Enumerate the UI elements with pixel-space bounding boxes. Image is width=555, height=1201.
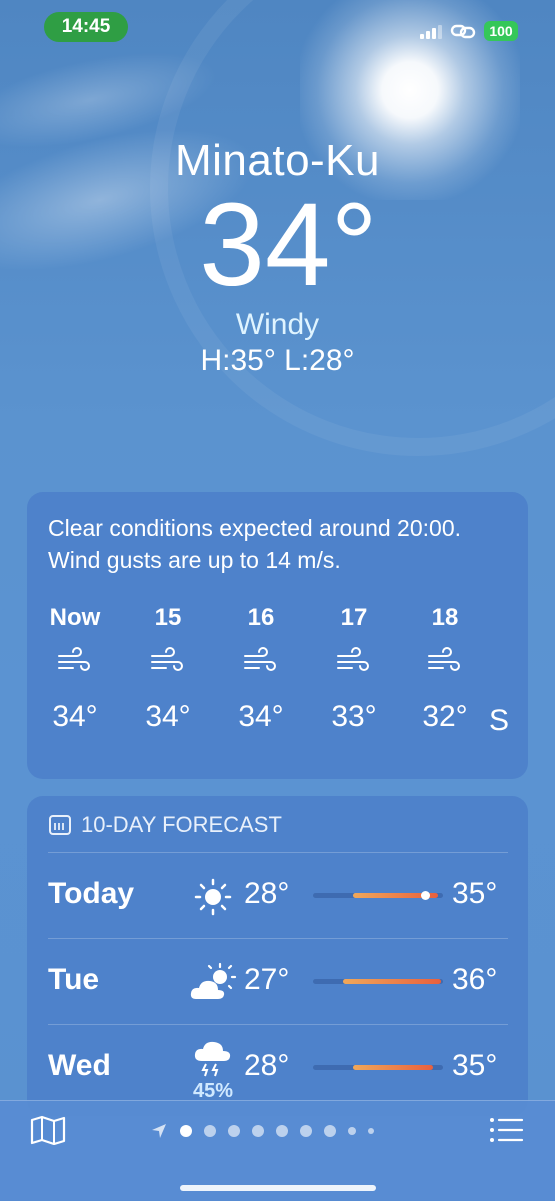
page-dot[interactable]	[180, 1125, 192, 1137]
page-dot[interactable]	[368, 1128, 374, 1134]
page-dot[interactable]	[300, 1125, 312, 1137]
link-icon	[450, 24, 476, 39]
page-dot[interactable]	[276, 1125, 288, 1137]
hour-column: 17 33°	[314, 604, 394, 734]
current-weather: Minato-Ku 34° Windy H:35° L:28°	[0, 130, 555, 378]
forecast-day: Today	[48, 877, 135, 910]
hour-label: 17	[340, 604, 368, 631]
hourly-strip[interactable]: Now 34° 15 34° 16 34° 17 33° 18 32° S	[27, 604, 528, 774]
forecast-low: 28°	[244, 1049, 290, 1082]
page-dot[interactable]	[252, 1125, 264, 1137]
forecast-row[interactable]: Today 28° 35°	[48, 852, 508, 939]
hour-column: 16 34°	[221, 604, 301, 734]
temp-range-bar	[313, 891, 443, 900]
calendar-icon	[49, 815, 71, 835]
ten-day-forecast-card[interactable]: 10-DAY FORECAST Today 28° 35° Tue 27° 36…	[27, 796, 528, 1116]
hour-label: Now	[49, 604, 101, 631]
forecast-summary: Clear conditions expected around 20:00. …	[48, 515, 462, 573]
wind-icon	[221, 646, 301, 678]
hour-temp: 34°	[145, 700, 191, 733]
hour-temp: S	[489, 704, 510, 737]
hour-temp: 33°	[331, 700, 377, 733]
hour-label: 18	[431, 604, 459, 631]
forecast-day: Wed	[48, 1049, 111, 1082]
hour-temp: 32°	[422, 700, 468, 733]
partly-cloudy-icon	[188, 961, 238, 1005]
wind-icon	[314, 646, 394, 678]
hour-column: Now 34°	[35, 604, 115, 734]
status-time[interactable]: 14:45	[44, 12, 128, 42]
page-dot[interactable]	[228, 1125, 240, 1137]
sun-icon	[188, 875, 238, 919]
hour-column: 15 34°	[128, 604, 208, 734]
current-temp-marker	[421, 891, 430, 900]
forecast-row[interactable]: Tue 27° 36°	[48, 938, 508, 1025]
temp-range-bar	[313, 1065, 443, 1070]
forecast-low: 28°	[244, 877, 290, 910]
hourly-forecast-card[interactable]: Clear conditions expected around 20:00. …	[27, 492, 528, 779]
hour-column-partial: S	[489, 604, 525, 738]
hour-icon	[489, 618, 525, 650]
temp-range-bar	[313, 979, 443, 984]
hour-column: 18 32°	[405, 604, 485, 734]
hour-label: 16	[247, 604, 275, 631]
forecast-row[interactable]: Wed 45% 28° 35°	[48, 1024, 508, 1111]
battery-indicator: 100	[484, 21, 518, 41]
forecast-high: 35°	[452, 877, 498, 910]
weather-condition: Windy	[235, 308, 320, 341]
forecast-high: 36°	[452, 963, 498, 996]
status-bar: 14:45 100	[0, 0, 555, 56]
bottom-toolbar	[0, 1100, 555, 1201]
high-low: H:35° L:28°	[200, 344, 355, 377]
forecast-high: 35°	[452, 1049, 498, 1082]
page-dot[interactable]	[204, 1125, 216, 1137]
list-icon[interactable]	[488, 1115, 524, 1145]
forecast-title-text: 10-DAY FORECAST	[81, 812, 282, 837]
location-arrow-icon	[152, 1124, 166, 1138]
forecast-title: 10-DAY FORECAST	[49, 812, 282, 838]
map-icon[interactable]	[30, 1115, 66, 1145]
signal-icon	[420, 25, 442, 39]
wind-icon	[128, 646, 208, 678]
hour-temp: 34°	[238, 700, 284, 733]
home-indicator[interactable]	[180, 1185, 376, 1191]
hour-temp: 34°	[52, 700, 98, 733]
thunderstorm-icon	[188, 1035, 238, 1079]
page-dot[interactable]	[348, 1127, 356, 1135]
wind-icon	[35, 646, 115, 678]
current-temperature: 34°	[199, 179, 378, 311]
hour-label: 15	[154, 604, 182, 631]
wind-icon	[405, 646, 485, 678]
forecast-day: Tue	[48, 963, 100, 996]
page-dot[interactable]	[324, 1125, 336, 1137]
page-indicator[interactable]	[150, 1121, 374, 1141]
forecast-low: 27°	[244, 963, 290, 996]
